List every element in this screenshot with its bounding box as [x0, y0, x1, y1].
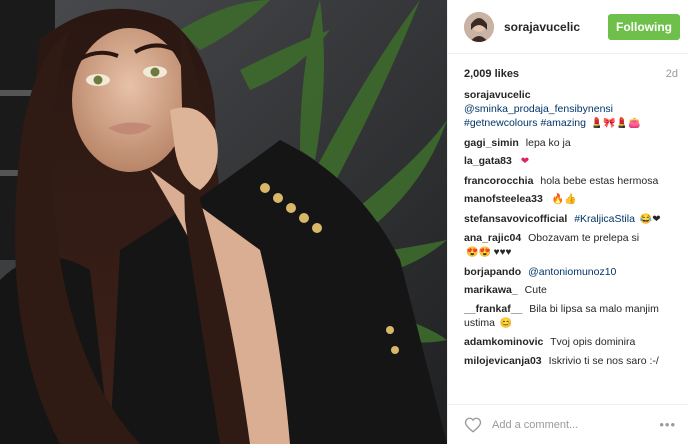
post-header: sorajavucelic Following [448, 0, 688, 54]
caption-username[interactable]: sorajavucelic [464, 89, 531, 101]
comment-text: lepa ko ja [525, 136, 571, 149]
comment-emojis: 😍😍 ♥♥♥ [466, 247, 512, 258]
avatar-image [464, 11, 494, 42]
comment-list: sorajavucelic @sminka_prodaja_fensibynen… [448, 80, 688, 368]
comment-item: marikawa_ Cute [464, 283, 678, 297]
comment-username[interactable]: milojevicanja03 [464, 355, 542, 367]
comment-item: __frankaf__ Bila bi lipsa sa malo manjim… [464, 302, 678, 331]
comment-item: francorocchia hola bebe estas hermosa [464, 174, 678, 188]
comment-item: borjapando @antoniomunoz10 [464, 265, 678, 279]
post-sidebar: sorajavucelic Following 2,009 likes 2d s… [447, 0, 688, 444]
comment-item: gagi_simin lepa ko ja [464, 136, 678, 150]
comment-item: milojevicanja03 Iskrivio ti se nos saro … [464, 354, 678, 368]
comment-username[interactable]: stefansavovicofficial [464, 213, 567, 225]
comment-mention[interactable]: @antoniomunoz10 [528, 266, 616, 278]
comment-item: ana_rajic04 Obozavam te prelepa si 😍😍 ♥♥… [464, 231, 678, 260]
comment-text: Tvoj opis dominira [550, 336, 636, 348]
following-button[interactable]: Following [608, 13, 680, 40]
caption: sorajavucelic @sminka_prodaja_fensibynen… [464, 88, 678, 131]
comment-hashtag[interactable]: #KraljicaStila [574, 213, 635, 225]
add-comment-input[interactable]: Add a comment... [492, 419, 659, 431]
comment-text: Obozavam te prelepa si [528, 232, 640, 244]
comment-username[interactable]: ana_rajic04 [464, 232, 521, 244]
caption-emojis: 💄🎀💄👛 [590, 118, 641, 129]
comment-emojis: 😊 [499, 317, 513, 329]
comment-emojis: 😂❤ [639, 213, 661, 225]
post-age[interactable]: 2d [666, 68, 678, 80]
comment-bar: Add a comment... ••• [448, 404, 688, 444]
more-options-icon[interactable]: ••• [659, 417, 676, 432]
comment-username[interactable]: __frankaf__ [464, 303, 522, 315]
comment-username[interactable]: la_gata83 [464, 155, 512, 167]
post-photo[interactable] [0, 0, 447, 444]
comment-text: hola bebe estas hermosa [540, 174, 659, 187]
like-heart-icon[interactable] [464, 416, 482, 434]
caption-hashtags[interactable]: #getnewcolours #amazing [464, 117, 586, 129]
comment-username[interactable]: marikawa_ [464, 284, 518, 296]
comment-emojis: 🔥👍 [551, 194, 577, 205]
comment-item: la_gata83 ❤ [464, 154, 678, 169]
comment-item: stefansavovicofficial #KraljicaStila 😂❤ [464, 212, 678, 227]
post-meta: 2,009 likes 2d [448, 54, 688, 80]
selfie-image [0, 0, 447, 444]
likes-count[interactable]: 2,009 likes [464, 68, 519, 80]
comment-username[interactable]: borjapando [464, 266, 521, 278]
comment-username[interactable]: adamkominovic [464, 336, 543, 348]
post-frame: sorajavucelic Following 2,009 likes 2d s… [0, 0, 688, 444]
comment-username[interactable]: francorocchia [464, 175, 533, 187]
comment-username[interactable]: manofsteelea33 [464, 193, 543, 205]
heart-emoji: ❤ [520, 156, 530, 167]
comment-username[interactable]: gagi_simin [464, 137, 519, 149]
comment-text: Iskrivio ti se nos saro :-/ [548, 354, 659, 367]
avatar[interactable] [464, 11, 494, 42]
comment-item: adamkominovic Tvoj opis dominira [464, 335, 678, 349]
caption-mention[interactable]: @sminka_prodaja_fensibynensi [464, 103, 613, 115]
comment-text: Cute [524, 284, 547, 296]
comment-item: manofsteelea33 🔥👍 [464, 192, 678, 207]
header-username[interactable]: sorajavucelic [504, 20, 608, 34]
